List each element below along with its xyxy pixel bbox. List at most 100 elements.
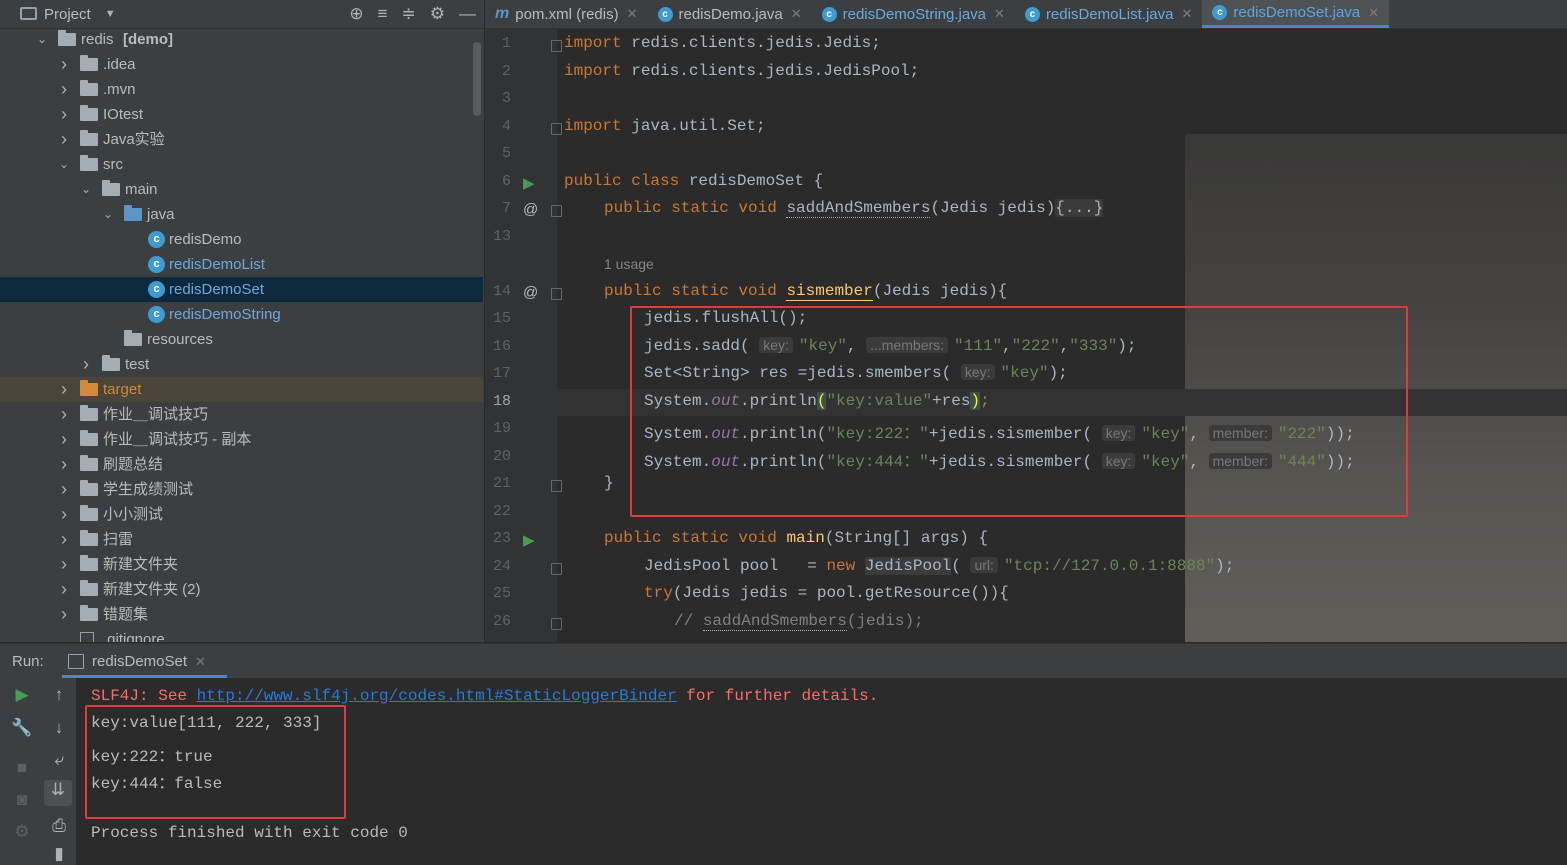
chevron-down-icon[interactable]: ⌄ [58,152,70,177]
code-line[interactable]: import java.util.Set; [564,117,766,135]
code-line[interactable]: public class redisDemoSet { [564,172,823,190]
chevron-right-icon[interactable]: › [58,427,70,452]
usage-hint[interactable]: 1 usage [604,256,654,272]
tree-item[interactable]: ⌄ redis [demo] [0,27,483,52]
override-marker-icon[interactable]: @ [523,201,538,218]
project-panel-title[interactable]: Project [44,6,91,23]
tree-item[interactable]: › 刷题总结 [0,452,483,477]
slf4j-link[interactable]: http://www.slf4j.org/codes.html#StaticLo… [197,687,677,705]
chevron-right-icon[interactable]: › [58,102,70,127]
tree-item[interactable]: › .mvn [0,77,483,102]
close-icon[interactable]: ✕ [627,6,638,22]
settings-icon[interactable]: ⚙ [10,822,34,842]
hide-icon[interactable]: — [459,4,476,24]
fold-marker-icon[interactable] [551,617,562,630]
locate-icon[interactable]: ⊕ [349,4,363,24]
close-icon[interactable]: ✕ [791,6,802,22]
chevron-down-icon[interactable]: ▼ [105,8,116,20]
expand-all-icon[interactable]: ≡ [378,4,388,24]
tree-item[interactable]: .gitignore [0,627,483,642]
tree-item[interactable]: ⌄ main [0,177,483,202]
fold-marker-icon[interactable] [551,205,562,217]
console-output[interactable]: SLF4J: See http://www.slf4j.org/codes.ht… [76,678,1567,865]
tree-item[interactable]: c redisDemoString [0,302,483,327]
print-icon[interactable]: ⎙ [47,816,71,836]
gear-icon[interactable]: ⚙ [430,4,445,24]
tree-item[interactable]: › 错题集 [0,602,483,627]
code-line[interactable]: public static void sismember(Jedis jedis… [604,281,1007,301]
chevron-right-icon[interactable]: › [58,502,70,527]
trash-icon[interactable]: ▮ [47,844,71,864]
chevron-right-icon[interactable]: › [58,127,70,152]
chevron-right-icon[interactable]: › [58,377,70,402]
editor-tab[interactable]: c redisDemoList.java ✕ [1015,0,1202,28]
tree-item[interactable]: ⌄ src [0,152,483,177]
chevron-right-icon[interactable]: › [58,52,70,77]
camera-icon[interactable]: ◙ [10,790,34,810]
fold-marker-icon[interactable] [551,287,562,300]
editor-tab[interactable]: c redisDemo.java ✕ [648,0,812,28]
wrench-icon[interactable]: 🔧 [10,718,34,738]
tree-item[interactable]: › 新建文件夹 [0,552,483,577]
chevron-right-icon[interactable]: › [58,552,70,577]
editor-tab[interactable]: c redisDemoString.java ✕ [812,0,1015,28]
chevron-down-icon[interactable]: ⌄ [36,27,48,52]
rerun-icon[interactable]: ▶ [10,685,34,705]
code-line[interactable]: // saddAndSmembers(jedis); [674,611,924,631]
up-arrow-icon[interactable]: ↑ [47,685,71,705]
code-line[interactable]: public static void main(String[] args) { [604,529,988,547]
tree-item[interactable]: › 学生成绩测试 [0,477,483,502]
tree-item[interactable]: c redisDemo [0,227,483,252]
tree-scrollbar[interactable] [473,42,481,116]
run-class-icon[interactable]: ▶ [523,174,535,192]
override-marker-icon[interactable]: @ [523,284,538,301]
close-icon[interactable]: ✕ [994,6,1005,22]
code-line[interactable]: try(Jedis jedis = pool.getResource()){ [644,584,1009,602]
chevron-right-icon[interactable]: › [58,602,70,627]
chevron-right-icon[interactable]: › [58,77,70,102]
fold-marker-icon[interactable] [551,122,562,135]
code-editor[interactable]: 1 2 3 4 5 6 7 13 14 15 16 17 18 19 20 21 22 23 24 25 26 ▶ @ … [485,29,1567,642]
down-arrow-icon[interactable]: ↓ [47,718,71,738]
close-icon[interactable]: ✕ [1368,5,1379,21]
tree-item[interactable]: › 新建文件夹 (2) [0,577,483,602]
tree-item[interactable]: › test [0,352,483,377]
code-line[interactable]: JedisPool pool = new JedisPool( url: "tcp… [644,556,1234,575]
run-tab[interactable]: redisDemoSet ✕ [68,653,206,670]
chevron-right-icon[interactable]: › [58,452,70,477]
fold-marker-icon[interactable] [551,40,562,52]
stop-icon[interactable]: ■ [10,758,34,778]
chevron-right-icon[interactable]: › [80,352,92,377]
fold-marker-icon[interactable] [551,480,562,492]
chevron-down-icon[interactable]: ⌄ [102,202,114,227]
tree-item[interactable]: › .idea [0,52,483,77]
chevron-right-icon[interactable]: › [58,527,70,552]
soft-wrap-icon[interactable]: ⤶ [47,750,71,770]
tree-item[interactable]: › 作业＿调试技巧 [0,402,483,427]
chevron-right-icon[interactable]: › [58,477,70,502]
close-icon[interactable]: ✕ [195,654,206,670]
close-icon[interactable]: ✕ [1182,6,1193,22]
code-line[interactable]: import redis.clients.jedis.Jedis; [564,34,881,52]
code-line[interactable]: public static void saddAndSmembers(Jedis… [604,199,1104,218]
scroll-to-end-icon[interactable]: ⇊ [44,780,72,806]
collapse-all-icon[interactable]: ≑ [402,4,416,24]
chevron-down-icon[interactable]: ⌄ [80,177,92,202]
editor-tab[interactable]: m pom.xml (redis) ✕ [485,0,648,28]
tree-item[interactable]: resources [0,327,483,352]
tree-item[interactable]: c redisDemoList [0,252,483,277]
tree-item[interactable]: › 小小测试 [0,502,483,527]
fold-marker-icon[interactable] [551,562,562,575]
code-line[interactable]: } [604,474,614,492]
editor-tab[interactable]: c redisDemoSet.java ✕ [1202,0,1390,28]
run-main-icon[interactable]: ▶ [523,531,535,549]
tree-item[interactable]: › Java实验 [0,127,483,152]
tree-item[interactable]: ⌄ java [0,202,483,227]
chevron-right-icon[interactable]: › [58,402,70,427]
tree-item[interactable]: › IOtest [0,102,483,127]
tree-item[interactable]: › 扫雷 [0,527,483,552]
tree-item[interactable]: › target [0,377,483,402]
tree-item[interactable]: › 作业＿调试技巧 - 副本 [0,427,483,452]
tree-item[interactable]: c redisDemoSet [0,277,483,302]
code-line[interactable]: import redis.clients.jedis.JedisPool; [564,62,919,80]
